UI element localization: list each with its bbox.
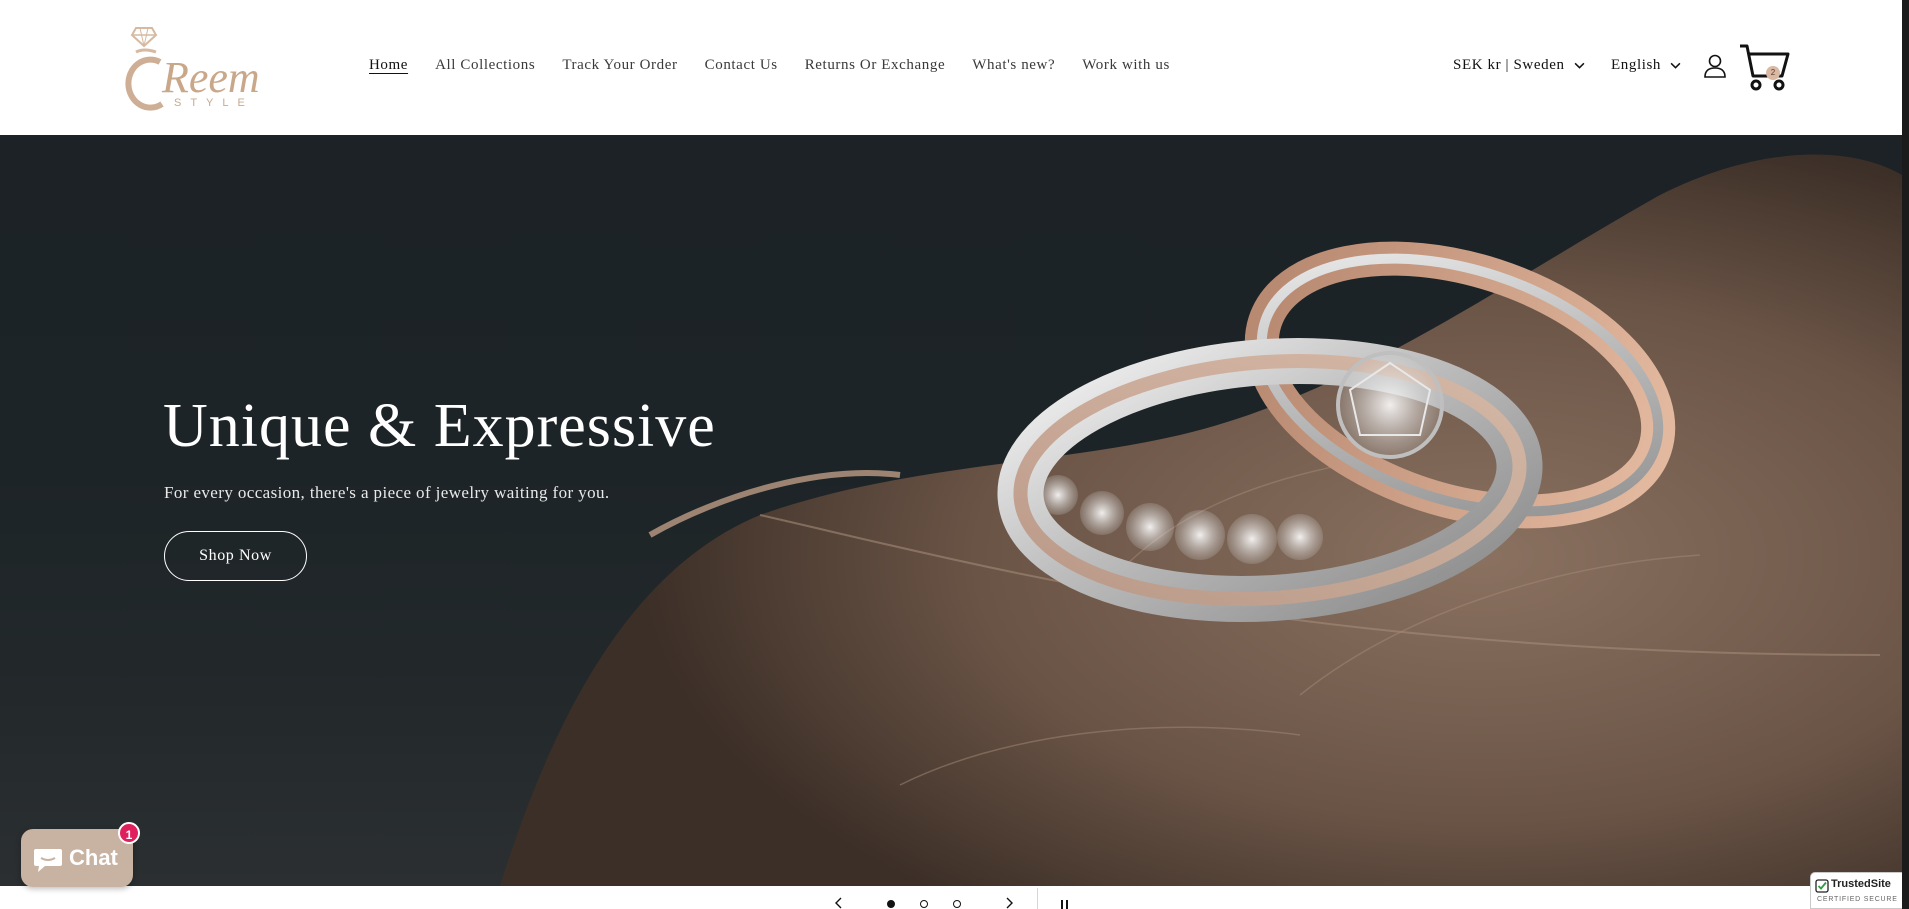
chat-button[interactable]: Chat: [21, 829, 133, 887]
language-selector[interactable]: English: [1611, 57, 1681, 74]
slider-dot-2[interactable]: [920, 900, 928, 908]
nav-item-all-collections[interactable]: All Collections: [435, 57, 535, 74]
trustedsite-badge[interactable]: TrustedSite CERTIFIED SECURE: [1810, 872, 1902, 909]
chevron-left-icon[interactable]: [834, 897, 844, 909]
hero-subtitle: For every occasion, there's a piece of j…: [164, 483, 610, 502]
logo-tagline: STYLE: [174, 97, 254, 109]
cart-icon[interactable]: [1738, 42, 1790, 92]
slider-divider: [1037, 888, 1038, 909]
hero-rings-image: [500, 154, 1902, 886]
trustedsite-subtitle: CERTIFIED SECURE: [1817, 896, 1898, 903]
hero-title: Unique & Expressive: [163, 392, 716, 460]
shop-now-button[interactable]: Shop Now: [164, 531, 307, 581]
nav-item-track-order[interactable]: Track Your Order: [562, 57, 677, 74]
page: Reem STYLE Home All Collections Track Yo…: [0, 0, 1909, 909]
nav-item-whats-new[interactable]: What's new?: [972, 57, 1055, 74]
slider-controls: [820, 888, 1080, 909]
country-currency-label: SEK kr | Sweden: [1453, 57, 1565, 73]
slider-dot-3[interactable]: [953, 900, 961, 908]
chevron-right-icon[interactable]: [1004, 897, 1014, 909]
chat-label: Chat: [69, 845, 118, 870]
nav-item-contact-us[interactable]: Contact Us: [705, 57, 778, 74]
chat-unread-badge: 1: [118, 822, 140, 844]
language-label: English: [1611, 57, 1662, 73]
nav-item-home[interactable]: Home: [369, 57, 408, 74]
trustedsite-name: TrustedSite: [1831, 878, 1891, 890]
country-currency-selector[interactable]: SEK kr | Sweden: [1453, 57, 1585, 74]
slider-dot-1[interactable]: [887, 900, 895, 908]
nav-item-work-with-us[interactable]: Work with us: [1082, 57, 1170, 74]
chat-bubble-icon: [34, 849, 62, 872]
pause-icon[interactable]: [1060, 900, 1070, 909]
account-icon[interactable]: [1702, 53, 1728, 79]
cart-count-badge: 2: [1766, 66, 1780, 80]
brand-logo[interactable]: Reem STYLE: [122, 22, 282, 114]
chevron-down-icon: [1574, 62, 1585, 69]
hero-banner: Unique & Expressive For every occasion, …: [0, 135, 1902, 886]
chevron-down-icon: [1670, 62, 1681, 69]
checkmark-icon: [1815, 879, 1829, 893]
nav-item-returns-exchange[interactable]: Returns Or Exchange: [805, 57, 946, 74]
main-nav: Home All Collections Track Your Order Co…: [369, 57, 1197, 74]
site-header: Reem STYLE Home All Collections Track Yo…: [0, 0, 1902, 135]
scrollbar[interactable]: [1902, 0, 1909, 909]
logo-wordmark: Reem: [162, 53, 260, 102]
